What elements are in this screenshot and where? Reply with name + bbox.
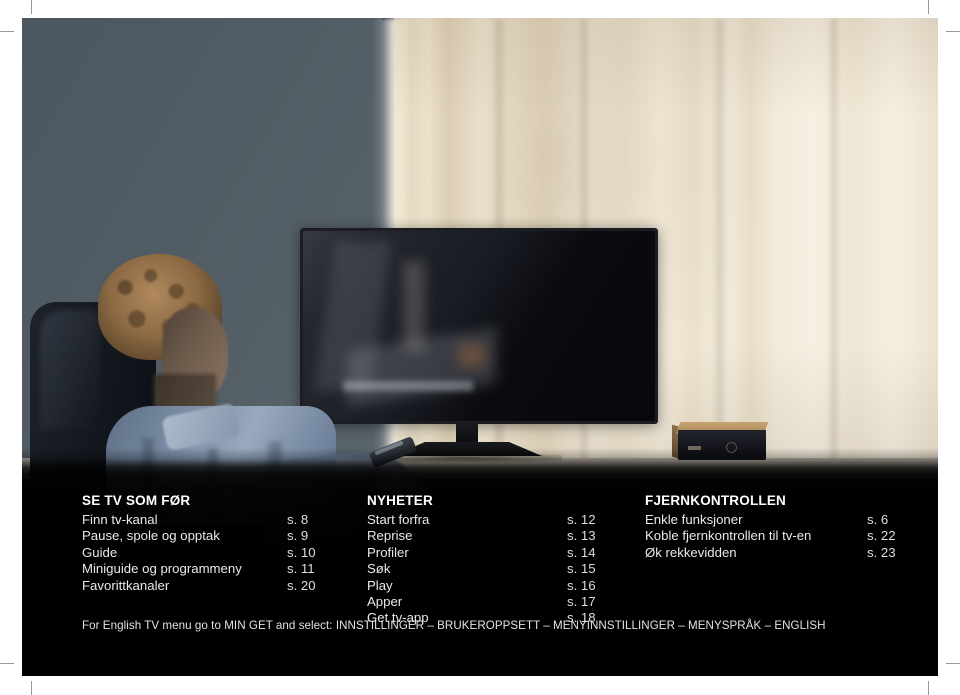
index-entry-title: Øk rekkevidden: [645, 544, 737, 560]
index-entry-page: s. 14: [567, 544, 596, 560]
index-entry[interactable]: Koble fjernkontrollen til tv-en s. 22: [645, 528, 925, 544]
index-entry-title: Søk: [367, 561, 391, 577]
index-entry[interactable]: Reprise s. 13: [367, 528, 627, 544]
index-entry-page: s. 20: [287, 577, 316, 593]
index-column-fjernkontrollen: FJERNKONTROLLEN Enkle funksjoner s. 6 Ko…: [645, 492, 925, 561]
index-entry-page: s. 10: [287, 544, 316, 560]
index-column-nyheter: NYHETER Start forfra s. 12 Reprise s. 13…: [367, 492, 627, 627]
cropmark-bottom-left-horizontal: [0, 663, 14, 664]
index-entry-title: Koble fjernkontrollen til tv-en: [645, 528, 812, 544]
index-entry-page: s. 8: [287, 512, 309, 527]
index-entry-title: Play: [367, 577, 393, 593]
index-entry-title: Finn tv-kanal: [82, 512, 158, 527]
index-entry-page: s. 12: [567, 512, 596, 527]
index-column-heading: NYHETER: [367, 493, 433, 508]
cropmark-bottom-right-vertical: [928, 681, 929, 695]
index-entry[interactable]: Pause, spole og opptak s. 9: [82, 528, 342, 544]
cropmark-top-right-horizontal: [946, 31, 960, 32]
index-entry-title: Pause, spole og opptak: [82, 528, 220, 544]
index-entry-title: Profiler: [367, 544, 409, 560]
index-entry[interactable]: Profiler s. 14: [367, 545, 627, 561]
cropmark-bottom-right-horizontal: [946, 663, 960, 664]
index-entry-page: s. 13: [567, 528, 596, 544]
index-entry-title: Enkle funksjoner: [645, 512, 743, 527]
index-entry[interactable]: Miniguide og programmeny s. 11: [82, 561, 342, 577]
index-entry-page: s. 23: [867, 544, 896, 560]
index-entry[interactable]: Øk rekkevidden s. 23: [645, 545, 925, 561]
index-entry-page: s. 11: [287, 561, 315, 577]
table-of-contents: SE TV SOM FØR Finn tv-kanal s. 8 Pause, …: [22, 18, 938, 676]
index-entry-page: s. 9: [287, 528, 309, 544]
index-entry-page: s. 22: [867, 528, 896, 544]
index-column-heading: FJERNKONTROLLEN: [645, 493, 786, 508]
index-entry-page: s. 17: [567, 593, 596, 609]
cropmark-top-right-vertical: [928, 0, 929, 14]
index-entry[interactable]: Søk s. 15: [367, 561, 627, 577]
index-entry[interactable]: Favorittkanaler s. 20: [82, 578, 342, 594]
index-entry-page: s. 6: [867, 512, 889, 527]
index-entry-title: Miniguide og programmeny: [82, 561, 242, 577]
artwork-plate: SE TV SOM FØR Finn tv-kanal s. 8 Pause, …: [22, 18, 938, 676]
english-menu-footnote: For English TV menu go to MIN GET and se…: [82, 619, 826, 632]
index-column-se-tv-som-for: SE TV SOM FØR Finn tv-kanal s. 8 Pause, …: [82, 492, 342, 594]
index-entry[interactable]: Start forfra s. 12: [367, 512, 627, 528]
index-entry-page: s. 15: [567, 561, 596, 577]
print-page: SE TV SOM FØR Finn tv-kanal s. 8 Pause, …: [0, 0, 960, 695]
index-entry-title: Reprise: [367, 528, 413, 544]
index-entry-title: Apper: [367, 593, 403, 609]
index-entry[interactable]: Enkle funksjoner s. 6: [645, 512, 925, 528]
index-entry[interactable]: Guide s. 10: [82, 545, 342, 561]
index-column-heading: SE TV SOM FØR: [82, 493, 191, 508]
index-entry[interactable]: Finn tv-kanal s. 8: [82, 512, 342, 528]
index-entry[interactable]: Play s. 16: [367, 578, 627, 594]
index-entry[interactable]: Apper s. 17: [367, 594, 627, 610]
cropmark-bottom-left-vertical: [31, 681, 32, 695]
index-entry-title: Start forfra: [367, 512, 430, 527]
index-entry-page: s. 16: [567, 577, 596, 593]
cropmark-top-left-horizontal: [0, 31, 14, 32]
index-entry-title: Guide: [82, 544, 118, 560]
index-entry-title: Favorittkanaler: [82, 577, 170, 593]
cropmark-top-left-vertical: [31, 0, 32, 14]
